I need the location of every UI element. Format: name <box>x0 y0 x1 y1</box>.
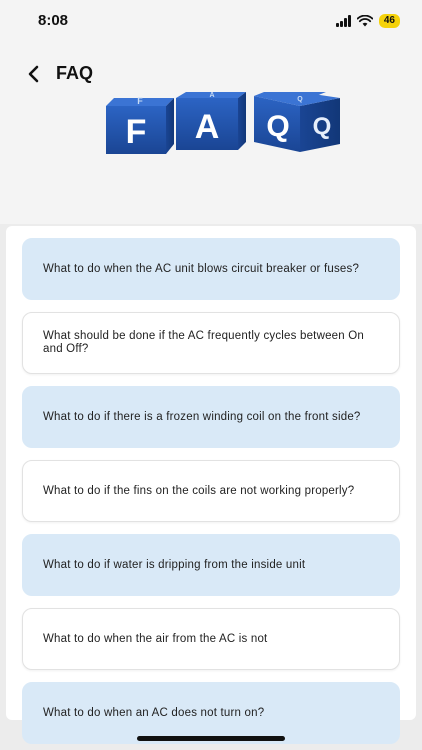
faq-question: What to do if there is a frozen winding … <box>43 410 361 423</box>
faq-item[interactable]: What to do if water is dripping from the… <box>22 534 400 596</box>
faq-item[interactable]: What to do if the fins on the coils are … <box>22 460 400 522</box>
logo-cube-a: A A <box>176 92 246 150</box>
faq-item[interactable]: What to do when the AC unit blows circui… <box>22 238 400 300</box>
battery-indicator: 46 <box>378 14 400 28</box>
faq-question: What to do when the air from the AC is n… <box>43 632 268 645</box>
logo-top-letter-f: F <box>137 96 143 106</box>
logo-letter-q-side: Q <box>313 113 332 140</box>
faq-list-container: What to do when the AC unit blows circui… <box>6 226 416 744</box>
faq-item[interactable]: What to do if there is a frozen winding … <box>22 386 400 448</box>
faq-item[interactable]: What to do when the air from the AC is n… <box>22 608 400 670</box>
home-indicator[interactable] <box>137 736 285 741</box>
faq-list: What to do when the AC unit blows circui… <box>6 226 416 744</box>
back-button[interactable] <box>24 64 44 84</box>
logo-cube-f: F F <box>106 96 174 154</box>
faq-question: What to do if water is dripping from the… <box>43 558 306 571</box>
status-icons: 46 <box>335 14 400 28</box>
page-title: FAQ <box>56 63 94 83</box>
header: FAQ F F A A Q Q Q <box>0 44 422 224</box>
faq-item[interactable]: What should be done if the AC frequently… <box>22 312 400 374</box>
faq-item[interactable]: What to do when an AC does not turn on? <box>22 682 400 744</box>
wifi-icon <box>356 15 373 27</box>
cellular-signal-icon <box>335 15 351 27</box>
faq-question: What to do when an AC does not turn on? <box>43 706 265 719</box>
faq-question: What to do if the fins on the coils are … <box>43 484 355 497</box>
faq-question: What to do when the AC unit blows circui… <box>43 262 360 275</box>
logo-letter-a: A <box>195 108 220 146</box>
chevron-left-icon <box>28 65 39 83</box>
faq-question: What should be done if the AC frequently… <box>43 330 365 355</box>
status-time: 8:08 <box>38 12 69 29</box>
logo-letter-q: Q <box>266 110 289 143</box>
logo-letter-f: F <box>126 113 147 151</box>
faq-cubes-logo: F F A A Q Q Q <box>106 92 340 154</box>
logo-top-letter-q: Q <box>297 96 303 103</box>
logo-cube-q: Q Q Q <box>254 92 340 152</box>
status-bar: 8:08 46 <box>0 0 422 44</box>
logo-top-letter-a: A <box>209 92 214 99</box>
